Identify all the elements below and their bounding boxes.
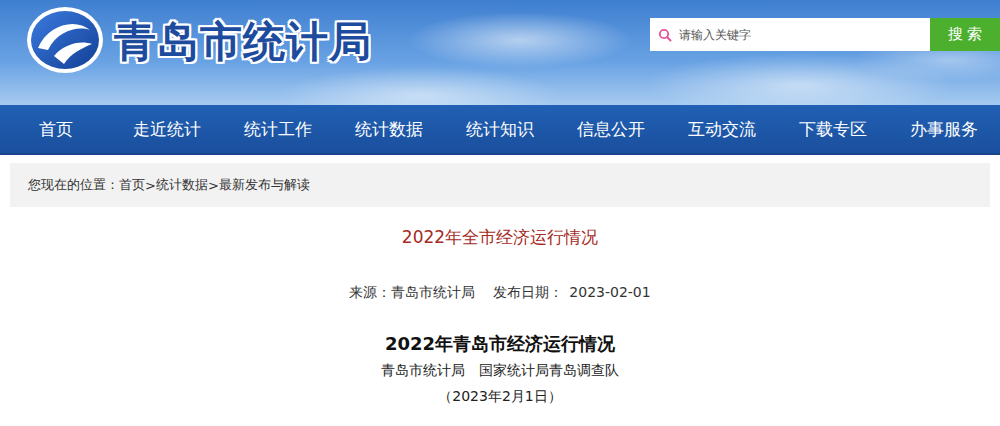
article-date-line: （2023年2月1日） <box>438 387 561 405</box>
breadcrumb-label: 您现在的位置： <box>28 176 119 194</box>
breadcrumb-item[interactable]: 首页 <box>119 176 145 194</box>
site-name: 青岛市统计局 <box>114 10 372 70</box>
search-bar: 搜 索 <box>650 18 1000 51</box>
article-author: 青岛市统计局 <box>381 361 465 379</box>
article-heading: 2022年青岛市经济运行情况 <box>385 333 615 355</box>
nav-item[interactable]: 下载专区 <box>778 105 889 153</box>
nav-item[interactable]: 统计知识 <box>444 105 555 153</box>
page: 青岛市统计局搜 索首页走近统计统计工作统计数据统计知识信息公开互动交流下载专区办… <box>0 0 1000 426</box>
article-author: 国家统计局青岛调查队 <box>479 361 619 379</box>
nav-item[interactable]: 信息公开 <box>556 105 667 153</box>
article-meta: 来源：青岛市统计局发布日期： 2023-02-01 <box>349 283 650 301</box>
search-icon <box>658 28 672 42</box>
breadcrumb-item[interactable]: 最新发布与解读 <box>219 176 310 194</box>
article-authors: 青岛市统计局国家统计局青岛调查队 <box>381 361 619 379</box>
logo-icon <box>24 4 106 76</box>
nav-item[interactable]: 走近统计 <box>111 105 222 153</box>
nav-item[interactable]: 统计数据 <box>333 105 444 153</box>
header: 青岛市统计局 搜 索 <box>0 0 1000 105</box>
nav-item[interactable]: 办事服务 <box>889 105 1000 153</box>
article-source: 来源：青岛市统计局 <box>349 283 475 301</box>
article-date: 2023-02-01 <box>569 283 650 301</box>
search-input[interactable] <box>677 27 922 43</box>
nav-item[interactable]: 统计工作 <box>222 105 333 153</box>
breadcrumb-separator: > <box>208 178 219 193</box>
breadcrumb-separator: > <box>145 178 156 193</box>
article-date-label: 发布日期： <box>493 283 563 301</box>
nav-bar: 首页走近统计统计工作统计数据统计知识信息公开互动交流下载专区办事服务 <box>0 105 1000 155</box>
breadcrumb: 您现在的位置：首页>统计数据>最新发布与解读 <box>10 163 990 207</box>
nav-item[interactable]: 首页 <box>0 105 111 153</box>
article: 2022年全市经济运行情况来源：青岛市统计局发布日期： 2023-02-01 202… <box>0 207 1000 405</box>
search-field <box>650 18 930 51</box>
article-title: 2022年全市经济运行情况 <box>402 227 598 247</box>
nav-item[interactable]: 互动交流 <box>667 105 778 153</box>
site-logo[interactable]: 青岛市统计局 <box>0 0 372 76</box>
search-button[interactable]: 搜 索 <box>930 18 1000 51</box>
breadcrumb-item[interactable]: 统计数据 <box>156 176 208 194</box>
